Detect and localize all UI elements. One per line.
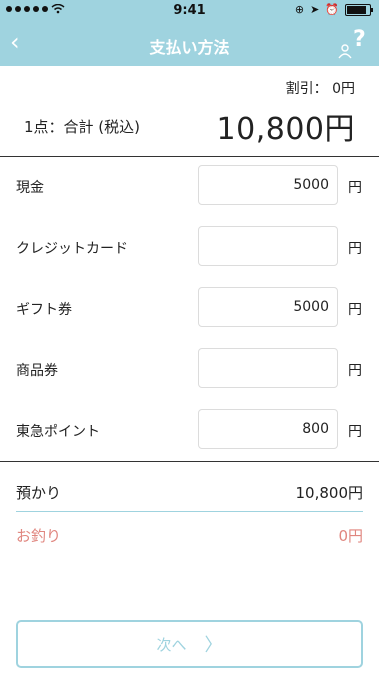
unit-label: 円	[348, 363, 362, 379]
total-amount: 10,800円	[216, 112, 355, 147]
cash-input[interactable]: 5000	[198, 165, 338, 205]
alarm-icon: ⏰	[325, 3, 339, 16]
tokyu-points-input[interactable]: 800	[198, 409, 338, 449]
battery-icon	[345, 3, 373, 16]
deposit-label: 預かり	[16, 484, 62, 502]
deposit-amount: 10,800円	[295, 484, 364, 502]
voucher-input[interactable]	[198, 348, 338, 388]
chevron-right-icon: 〉	[204, 635, 223, 656]
payment-row-tokyu-points: 東急ポイント 800 円	[0, 409, 379, 451]
unit-label: 円	[348, 241, 362, 257]
change-label: お釣り	[16, 527, 62, 545]
payment-label: クレジットカード	[16, 241, 128, 257]
credit-card-input[interactable]	[198, 226, 338, 266]
gift-card-input[interactable]: 5000	[198, 287, 338, 327]
payment-row-cash: 現金 5000 円	[0, 165, 379, 207]
payment-row-gift-card: ギフト券 5000 円	[0, 287, 379, 329]
unit-label: 円	[348, 302, 362, 318]
total-label: 1点：合計 (税込)	[24, 118, 141, 136]
help-glyph: ?	[353, 27, 365, 52]
divider	[16, 511, 363, 512]
location-icon: ➤	[310, 3, 320, 16]
next-button[interactable]: 次へ 〉	[16, 620, 363, 668]
payment-label: 現金	[16, 180, 44, 196]
nav-bar: ‹ 支払い方法 ?	[0, 22, 379, 66]
next-button-label: 次へ	[156, 635, 187, 654]
payment-label: 東急ポイント	[16, 424, 100, 440]
payment-row-voucher: 商品券 円	[0, 348, 379, 390]
payment-row-credit-card: クレジットカード 円	[0, 226, 379, 268]
page-title: 支払い方法	[149, 38, 230, 57]
payment-label: 商品券	[16, 363, 58, 379]
unit-label: 円	[348, 424, 362, 440]
order-summary: 割引： 0円 1点：合計 (税込) 10,800円	[0, 66, 379, 156]
divider	[0, 461, 379, 462]
discount-text: 割引： 0円	[285, 81, 355, 97]
change-amount: 0円	[338, 527, 363, 545]
payment-label: ギフト券	[16, 302, 72, 318]
rotation-lock-icon: ⊕	[294, 3, 305, 16]
status-bar: 9:41 ⊕ ➤ ⏰	[0, 0, 379, 22]
help-icon[interactable]: ?	[337, 26, 365, 60]
divider	[0, 156, 379, 157]
unit-label: 円	[348, 180, 362, 196]
